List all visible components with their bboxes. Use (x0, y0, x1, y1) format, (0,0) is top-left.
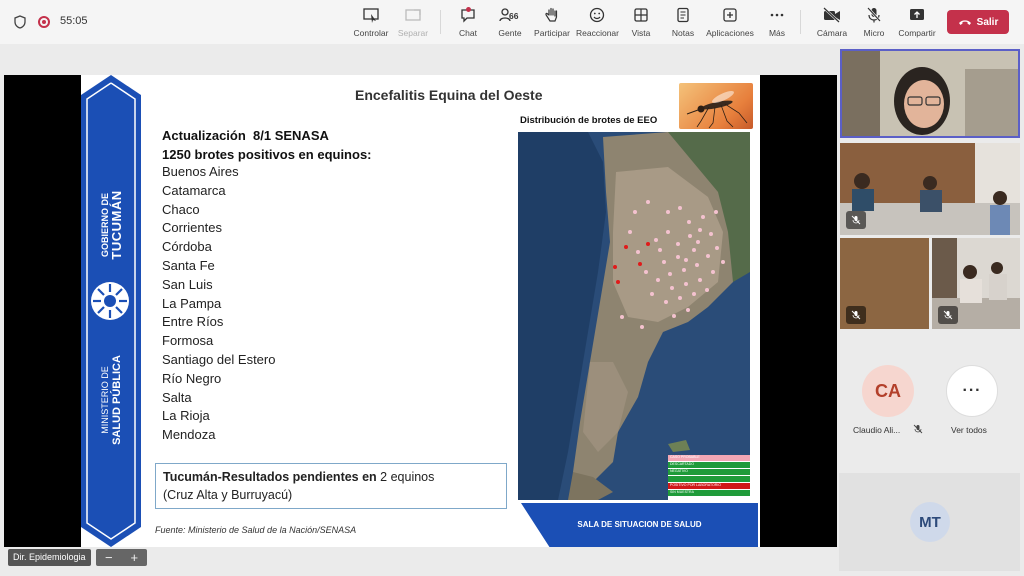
participant-video (840, 143, 1020, 235)
province-item: Catamarca (162, 182, 226, 198)
share-icon (896, 6, 938, 26)
mic-off-icon (913, 424, 923, 434)
province-item: Chaco (162, 201, 200, 217)
reaction-button[interactable]: Reaccionar (576, 6, 619, 38)
participant-name-ca: Claudio Ali... (853, 425, 901, 435)
ministerio-salud-text: MINISTERIO DE SALUD PÚBLICA (100, 355, 123, 445)
province-item: Santiago del Estero (162, 351, 276, 367)
meeting-timer: 55:05 (60, 15, 88, 27)
reaction-icon (576, 6, 618, 26)
province-item: La Pampa (162, 295, 222, 311)
participant-avatar-mt: MT (910, 502, 950, 542)
video-tile-mt[interactable]: MT (839, 473, 1020, 571)
video-tile-office[interactable] (932, 238, 1020, 329)
camera-off-icon (815, 6, 849, 26)
gobierno-tucuman-text: GOBIERNO DE TUCUMÁN (100, 190, 124, 260)
video-tile-wall[interactable] (840, 238, 929, 329)
meeting-toolbar: 55:05 Controlar Separar Chat 66 Gente Pa… (0, 0, 1024, 44)
more-icon (764, 6, 790, 26)
camera-toggle-button[interactable]: Cámara (815, 6, 849, 38)
zoom-controls: − + (96, 549, 147, 566)
apps-button[interactable]: Aplicaciones (705, 6, 755, 38)
video-tile-room[interactable] (840, 143, 1020, 235)
raise-hand-icon (533, 6, 571, 26)
shield-icon (14, 15, 26, 29)
legend-row: SIN MUESTRA (668, 490, 750, 497)
more-icon: ··· (962, 382, 982, 399)
mic-toggle-button[interactable]: Micro (859, 6, 889, 38)
sala-situacion-footer: SALA DE SITUACION DE SALUD (521, 503, 758, 547)
chat-button[interactable]: Chat (452, 6, 484, 38)
share-button[interactable]: Compartir (896, 6, 938, 38)
more-options-button[interactable]: Más (764, 6, 790, 38)
view-icon (626, 6, 656, 26)
province-list: Buenos Aires Catamarca Chaco Corrientes Córd… (162, 163, 275, 445)
province-item: Corrientes (162, 220, 222, 236)
province-item: Santa Fe (162, 257, 215, 273)
province-item: La Rioja (162, 408, 210, 424)
mic-muted-indicator (846, 211, 866, 229)
mic-off-icon (943, 310, 953, 320)
province-item: Córdoba (162, 239, 212, 255)
pending-results-box: Tucumán-Resultados pendientes en 2 equin… (155, 463, 507, 509)
separate-button[interactable]: Separar (395, 6, 431, 38)
province-item: Formosa (162, 333, 214, 349)
view-all-button[interactable]: ··· (946, 365, 998, 417)
phone-hangup-icon (958, 20, 971, 25)
presentation-slide: GOBIERNO DE TUCUMÁN MINISTERIO DE SALUD … (81, 75, 760, 547)
legend-row: CASO PROBABLE (668, 455, 750, 461)
view-button[interactable]: Vista (626, 6, 656, 38)
control-icon (352, 6, 390, 26)
raise-hand-button[interactable]: Participar (533, 6, 571, 38)
mic-off-icon (859, 6, 889, 26)
province-item: Entre Ríos (162, 314, 224, 330)
notes-icon (668, 6, 698, 26)
view-all-label: Ver todos (951, 425, 987, 435)
map-legend: CASO PROBABLE DESCARTADO NEGATIVO POSITIVO … (668, 455, 750, 500)
mic-off-icon (851, 215, 861, 225)
video-tile-speaker[interactable] (840, 49, 1020, 138)
province-item: Río Negro (162, 370, 222, 386)
participant-video (840, 49, 1020, 138)
notes-button[interactable]: Notas (668, 6, 698, 38)
mosquito-image (679, 83, 753, 129)
separate-icon (395, 6, 431, 26)
screen-share-label: Dir. Epidemiologia (8, 549, 91, 566)
legend-row: POSITIVO POR LABORATORIO (668, 483, 750, 489)
outbreak-map (518, 132, 750, 500)
mic-muted-indicator (938, 306, 958, 324)
record-icon (38, 16, 50, 28)
mic-muted-indicator (846, 306, 866, 324)
people-button[interactable]: 66 Gente (494, 6, 526, 38)
province-item: San Luis (162, 276, 213, 292)
control-button[interactable]: Controlar (352, 6, 390, 38)
legend-row: DESCARTADO (668, 462, 750, 468)
map-title: Distribución de brotes de EEO (520, 115, 658, 126)
apps-icon (705, 6, 755, 26)
participant-avatar-ca[interactable]: CA (862, 365, 914, 417)
leave-button[interactable]: Salir (947, 10, 1009, 34)
zoom-in-button[interactable]: + (130, 550, 138, 565)
update-heading: Actualización 8/1 SENASA 1250 brotes pos… (162, 128, 372, 162)
chat-icon (452, 6, 484, 26)
tucuman-sun-emblem-icon (91, 282, 129, 320)
slide-title: Encefalitis Equina del Oeste (355, 87, 543, 103)
mic-off-icon (851, 310, 861, 320)
zoom-out-button[interactable]: − (105, 550, 113, 565)
people-icon: 66 (494, 6, 526, 26)
province-item: Buenos Aires (162, 164, 239, 179)
legend-row (668, 476, 750, 482)
province-item: Salta (162, 389, 192, 405)
province-item: Mendoza (162, 427, 216, 443)
legend-row: NEGATIVO (668, 469, 750, 475)
source-note: Fuente: Ministerio de Salud de la Nación… (155, 525, 357, 535)
